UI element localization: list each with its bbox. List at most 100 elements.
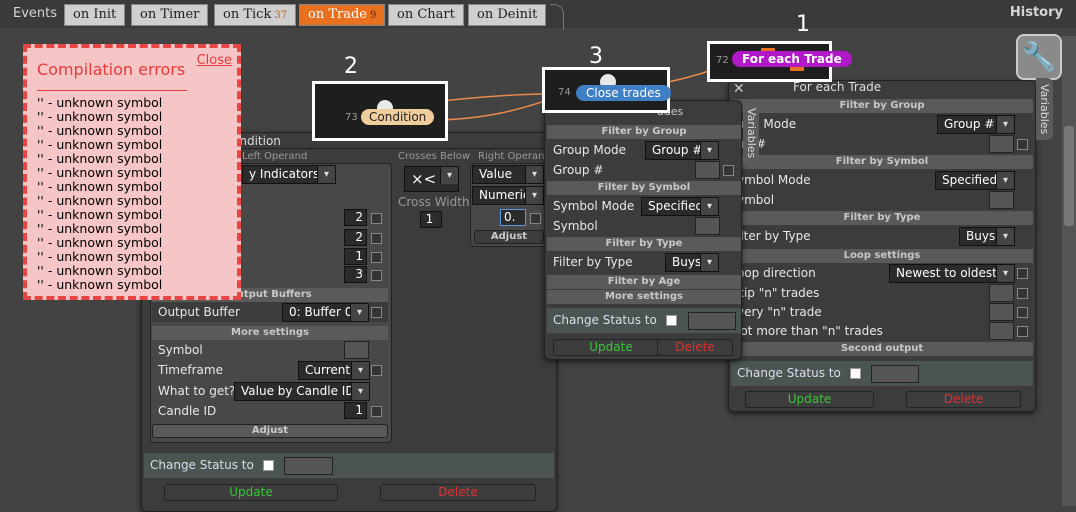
loop-direction-checkbox[interactable]	[1017, 268, 1028, 279]
right-operand-label: Right Operand	[478, 151, 551, 162]
node-close-trades[interactable]: Close trades	[576, 85, 671, 101]
change-status-input[interactable]	[871, 365, 919, 383]
variables-tab[interactable]: Variables	[1036, 78, 1053, 140]
error-item: '' - unknown symbol	[37, 137, 163, 152]
param-3-checkbox[interactable]	[371, 252, 382, 263]
loop-direction-label: oop direction	[737, 266, 816, 280]
filter-symbol-header: Filter by Symbol	[547, 181, 741, 195]
crosses-below-select[interactable]: ×<	[404, 166, 459, 192]
param-2-checkbox[interactable]	[371, 233, 382, 244]
timeframe-checkbox[interactable]	[371, 365, 382, 376]
group-number-input[interactable]	[989, 135, 1014, 153]
callout-1: 1	[796, 12, 810, 37]
filter-type-label: ilter by Type	[737, 229, 811, 243]
timeframe-label: Timeframe	[158, 363, 223, 377]
every-n-trade-input[interactable]	[989, 303, 1014, 321]
group-mode-select[interactable]: Group #	[937, 115, 1015, 134]
delete-button[interactable]: Delete	[906, 391, 1021, 408]
right-value-input[interactable]: 0.	[500, 209, 526, 226]
param-2-input[interactable]: 2	[344, 229, 367, 246]
wrench-icon[interactable]: 🔧	[1016, 34, 1062, 80]
variables-tab[interactable]: Variables	[743, 103, 759, 163]
right-operand-type-select[interactable]: Value	[472, 165, 544, 184]
adjust-button[interactable]: Adjust	[152, 424, 388, 438]
error-item: '' - unknown symbol	[37, 165, 163, 180]
change-status-input[interactable]	[284, 457, 333, 475]
skip-n-trades-checkbox[interactable]	[1017, 288, 1028, 299]
right-value-checkbox[interactable]	[530, 213, 541, 224]
what-to-get-select[interactable]: Value by Candle ID	[234, 382, 370, 401]
change-status-row: Change Status to	[144, 453, 554, 478]
group-number-label: Group #	[553, 163, 604, 177]
error-item: '' - unknown symbol	[37, 221, 163, 236]
candle-id-checkbox[interactable]	[371, 406, 382, 417]
param-4-input[interactable]: 3	[344, 266, 367, 283]
adjust-button-right[interactable]: Adjust	[474, 230, 544, 244]
filter-age-header[interactable]: Filter by Age	[547, 275, 741, 289]
node-2-number: 73	[345, 112, 358, 123]
symbol-input[interactable]	[695, 217, 720, 235]
param-1-checkbox[interactable]	[371, 213, 382, 224]
group-number-checkbox[interactable]	[723, 165, 734, 176]
symbol-input[interactable]	[344, 341, 369, 359]
update-button[interactable]: Update	[553, 339, 669, 356]
every-n-trade-checkbox[interactable]	[1017, 307, 1028, 318]
close-icon[interactable]: ✕	[733, 81, 745, 97]
change-status-checkbox[interactable]	[666, 315, 677, 326]
update-button[interactable]: Update	[164, 484, 338, 501]
symbol-label: Symbol	[553, 219, 598, 233]
group-mode-select[interactable]: Group #	[645, 141, 719, 160]
group-number-checkbox[interactable]	[1017, 139, 1028, 150]
update-button[interactable]: Update	[745, 391, 874, 408]
not-more-than-input[interactable]	[989, 322, 1014, 340]
crosses-below-label: Crosses Below	[398, 151, 471, 162]
change-status-checkbox[interactable]	[263, 460, 274, 471]
right-numeric-select[interactable]: Numeric	[472, 186, 544, 205]
filter-type-select[interactable]: Buys	[959, 227, 1015, 246]
error-item: '' - unknown symbol	[37, 109, 163, 124]
group-number-input[interactable]	[695, 161, 720, 179]
change-status-input[interactable]	[688, 312, 736, 330]
candle-id-label: Candle ID	[158, 404, 217, 418]
change-status-checkbox[interactable]	[850, 368, 861, 379]
symbol-mode-label: Symbol Mode	[553, 199, 635, 213]
filter-type-header: Filter by Type	[731, 211, 1033, 225]
error-item: '' - unknown symbol	[37, 123, 163, 138]
param-3-input[interactable]: 1	[344, 248, 367, 265]
skip-n-trades-input[interactable]	[989, 284, 1014, 302]
output-buffer-select[interactable]: 0: Buffer 0	[282, 303, 369, 322]
callout-2: 2	[344, 54, 358, 79]
delete-button[interactable]: Delete	[380, 484, 536, 501]
not-more-than-checkbox[interactable]	[1017, 326, 1028, 337]
error-item: '' - unknown symbol	[37, 151, 163, 166]
more-settings-header[interactable]: More settings	[547, 290, 741, 304]
scrollbar-thumb[interactable]	[1064, 126, 1074, 226]
filter-group-header: Filter by Group	[731, 99, 1033, 113]
param-1-input[interactable]: 2	[344, 209, 367, 226]
not-more-than-label: lot more than "n" trades	[737, 324, 883, 338]
output-buffer-checkbox[interactable]	[371, 307, 382, 318]
delete-button[interactable]: Delete	[657, 339, 733, 356]
error-item: '' - unknown symbol	[37, 207, 163, 222]
node-for-each-trade[interactable]: For each Trade	[732, 51, 852, 67]
filter-symbol-header: Filter by Symbol	[731, 155, 1033, 169]
node-1-number: 72	[716, 55, 729, 66]
symbol-mode-select[interactable]: Specified	[935, 171, 1015, 190]
indicator-select[interactable]: y Indicators)	[242, 165, 336, 184]
second-output-header: Second output	[731, 342, 1033, 356]
loop-direction-select[interactable]: Newest to oldest	[889, 264, 1015, 283]
cross-width-input[interactable]: 1	[420, 211, 442, 228]
timeframe-select[interactable]: Current	[298, 361, 370, 380]
candle-id-input[interactable]: 1	[344, 402, 367, 419]
filter-type-select[interactable]: Buys	[665, 253, 719, 272]
for-each-trade-panel: ✕ For each Trade Filter by Group oup Mod…	[728, 80, 1036, 412]
vertical-scrollbar[interactable]	[1062, 36, 1076, 506]
for-each-trade-title: For each Trade	[793, 80, 882, 94]
symbol-input[interactable]	[989, 191, 1014, 209]
error-item: '' - unknown symbol	[37, 277, 163, 292]
close-link[interactable]: Close	[197, 53, 232, 68]
node-condition[interactable]: Condition	[361, 109, 435, 125]
param-4-checkbox[interactable]	[371, 270, 382, 281]
symbol-mode-select[interactable]: Specified	[641, 197, 719, 216]
symbol-mode-label: ymbol Mode	[737, 173, 811, 187]
